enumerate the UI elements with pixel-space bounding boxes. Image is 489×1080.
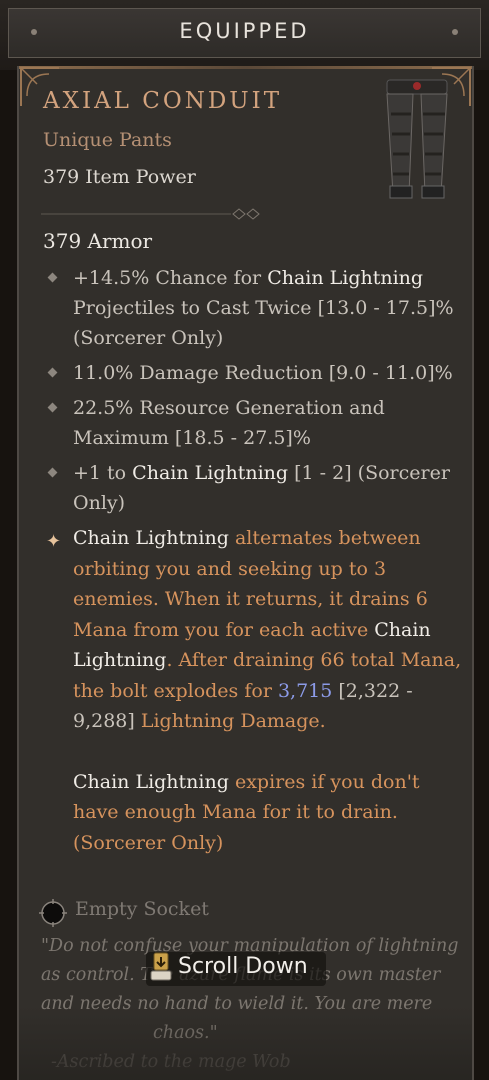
affix-skill: Chain Lightning bbox=[267, 267, 424, 289]
equipped-title: EQUIPPED bbox=[179, 19, 310, 43]
flavor-attribution: -Ascribed to the mage Wob bbox=[51, 1052, 291, 1072]
divider-ornament-icon bbox=[41, 208, 260, 220]
affix-item: 11.0% Damage Reduction [9.0 - 11.0]% bbox=[43, 358, 463, 388]
unique-text: Lightning Damage. bbox=[134, 710, 326, 732]
affix-text: 22.5% Resource Generation and Maximum [1… bbox=[73, 397, 385, 449]
item-name: AXIAL CONDUIT bbox=[43, 88, 283, 114]
diamond-bullet-icon bbox=[47, 467, 58, 478]
affix-item: +1 to Chain Lightning [1 - 2] (Sorcerer … bbox=[43, 458, 463, 518]
affix-item: 22.5% Resource Generation and Maximum [1… bbox=[43, 393, 463, 453]
scroll-down-label[interactable]: Scroll Down bbox=[178, 954, 308, 979]
item-type: Unique Pants bbox=[43, 129, 172, 151]
diamond-bullet-icon bbox=[47, 272, 58, 283]
item-tooltip: AXIAL CONDUIT Unique Pants 379 Item Powe… bbox=[17, 66, 474, 1080]
damage-value: 3,715 bbox=[277, 679, 333, 702]
item-power: 379 Item Power bbox=[43, 166, 196, 188]
pants-icon bbox=[386, 79, 448, 199]
unique-star-icon: ✦ bbox=[46, 531, 62, 552]
affix-text: +1 to bbox=[73, 462, 133, 484]
affix-text: 11.0% Damage Reduction [9.0 - 11.0]% bbox=[73, 362, 453, 384]
affix-text: +14.5% Chance for bbox=[73, 267, 268, 289]
flavor-quote-tail: chaos." bbox=[153, 1023, 218, 1043]
diamond-bullet-icon bbox=[47, 367, 58, 378]
equipped-header: EQUIPPED bbox=[8, 8, 481, 58]
affix-text: Projectiles to Cast Twice [13.0 - 17.5]%… bbox=[73, 297, 454, 349]
armor-value: 379 Armor bbox=[43, 229, 153, 253]
card-top-border bbox=[19, 66, 472, 69]
unique-power: ✦ Chain Lightning alternates between orb… bbox=[43, 523, 463, 858]
affix-item: +14.5% Chance for Chain Lightning Projec… bbox=[43, 263, 463, 353]
unique-skill: Chain Lightning bbox=[73, 770, 229, 793]
scroll-down-icon[interactable] bbox=[150, 952, 172, 982]
affix-list: +14.5% Chance for Chain Lightning Projec… bbox=[43, 263, 463, 858]
affix-skill: Chain Lightning bbox=[132, 462, 289, 484]
socket-icon bbox=[39, 899, 67, 927]
socket-label: Empty Socket bbox=[75, 898, 209, 920]
unique-skill: Chain Lightning bbox=[73, 527, 229, 549]
diamond-bullet-icon bbox=[47, 402, 58, 413]
